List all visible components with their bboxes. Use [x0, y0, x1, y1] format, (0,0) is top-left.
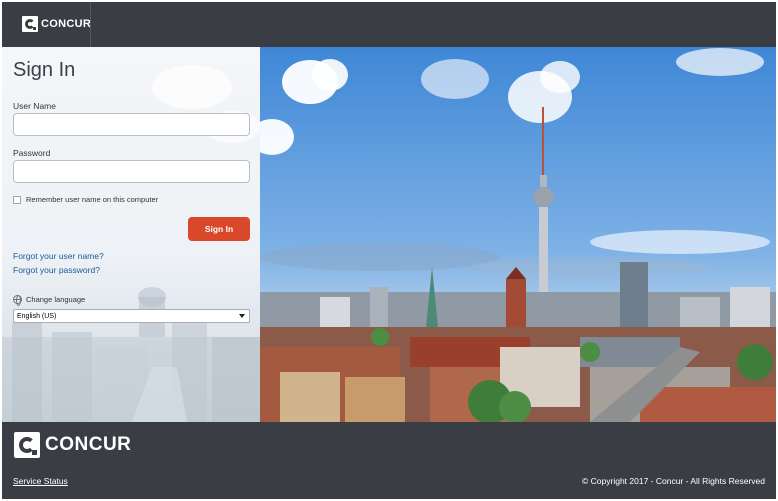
password-input[interactable]	[13, 160, 250, 183]
header-logo-text: CONCUR	[41, 18, 92, 30]
username-label: User Name	[13, 101, 56, 111]
username-input[interactable]	[13, 113, 250, 136]
footer-concur-logo: CONCUR	[14, 432, 131, 458]
remember-label[interactable]: Remember user name on this computer	[26, 195, 158, 204]
hero-photo	[260, 47, 776, 422]
service-status-link[interactable]: Service Status	[13, 476, 68, 486]
language-selected-value: English (US)	[17, 312, 57, 320]
concur-logo-icon	[14, 432, 40, 458]
change-language-label: Change language	[26, 295, 86, 304]
concur-logo[interactable]: CONCUR	[22, 16, 91, 32]
globe-icon	[13, 295, 22, 306]
chevron-down-icon	[239, 314, 245, 318]
password-label: Password	[13, 148, 51, 158]
header-divider	[90, 2, 91, 47]
main-area: Sign In User Name Password Remember user…	[2, 47, 776, 422]
remember-checkbox[interactable]	[13, 195, 21, 204]
page-title: Sign In	[13, 59, 76, 81]
footer-logo-text: CONCUR	[45, 434, 132, 455]
change-language-row: Change language	[13, 295, 86, 306]
remember-row: Remember user name on this computer	[13, 195, 158, 204]
forgot-username-link[interactable]: Forgot your user name?	[13, 251, 104, 261]
copyright-text: © Copyright 2017 - Concur - All Rights R…	[582, 476, 765, 486]
top-header: CONCUR	[2, 2, 776, 47]
signin-button[interactable]: Sign In	[188, 217, 250, 241]
page-footer: CONCUR Service Status © Copyright 2017 -…	[2, 422, 776, 499]
app-frame: CONCUR Sign In User Name Password Rememb…	[2, 2, 776, 499]
language-select[interactable]: English (US)	[13, 309, 250, 323]
forgot-password-link[interactable]: Forgot your password?	[13, 265, 100, 275]
concur-logo-icon	[22, 16, 38, 32]
